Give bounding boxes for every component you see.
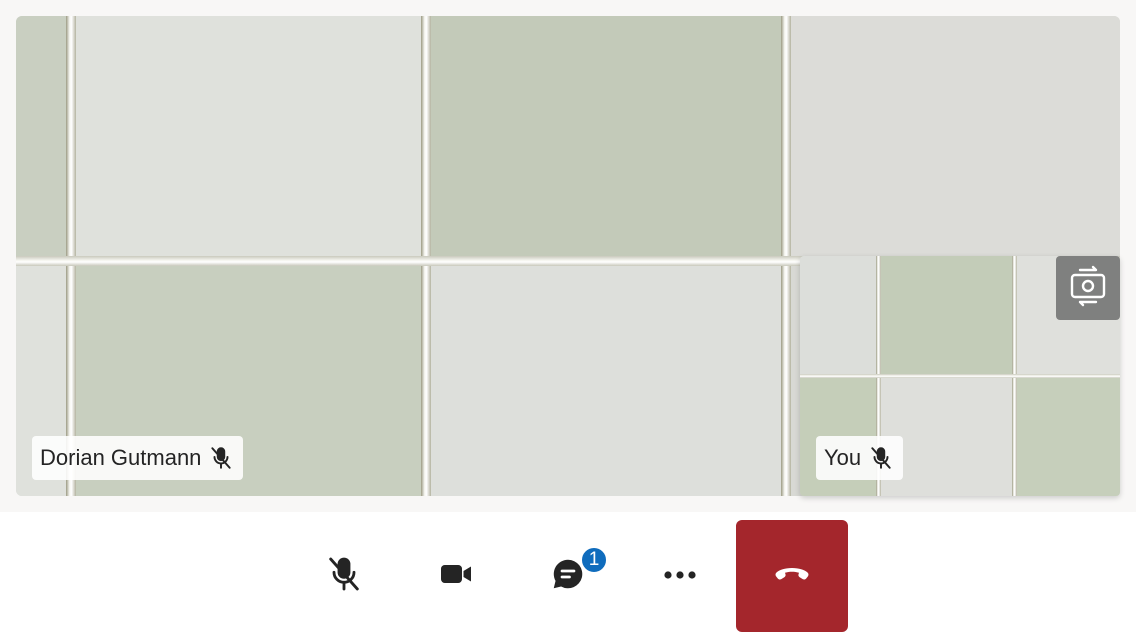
- end-call-button[interactable]: [736, 520, 848, 632]
- microphone-toggle-button[interactable]: [288, 520, 400, 632]
- more-options-button[interactable]: [624, 520, 736, 632]
- mic-off-icon: [324, 554, 364, 599]
- self-view-label: You: [824, 445, 862, 470]
- camera-toggle-button[interactable]: [400, 520, 512, 632]
- video-tile: [791, 16, 1120, 256]
- phone-hangup-icon: [774, 566, 810, 587]
- remote-participant-name-tag: Dorian Gutmann: [32, 436, 244, 480]
- video-tile: [431, 16, 781, 256]
- more-horizontal-icon: [663, 567, 697, 585]
- tile-grout: [800, 374, 1120, 378]
- call-stage: Dorian Gutmann You: [0, 0, 1136, 512]
- mic-off-icon: [207, 444, 235, 472]
- camera-switch-icon: [1066, 264, 1110, 313]
- video-tile: [1017, 378, 1120, 496]
- video-tile: [431, 266, 781, 496]
- switch-camera-button[interactable]: [1056, 256, 1120, 320]
- video-tile: [76, 16, 421, 256]
- self-view-name-tag: You: [816, 436, 904, 480]
- video-tile: [881, 256, 1012, 374]
- video-tile: [16, 16, 66, 256]
- call-controls-bar: 1: [0, 512, 1136, 640]
- remote-participant-name: Dorian Gutmann: [40, 445, 202, 470]
- chat-button[interactable]: 1: [512, 520, 624, 632]
- video-camera-icon: [438, 556, 474, 597]
- video-tile: [800, 256, 876, 374]
- mic-off-icon: [867, 444, 895, 472]
- unread-count-badge: 1: [580, 546, 608, 574]
